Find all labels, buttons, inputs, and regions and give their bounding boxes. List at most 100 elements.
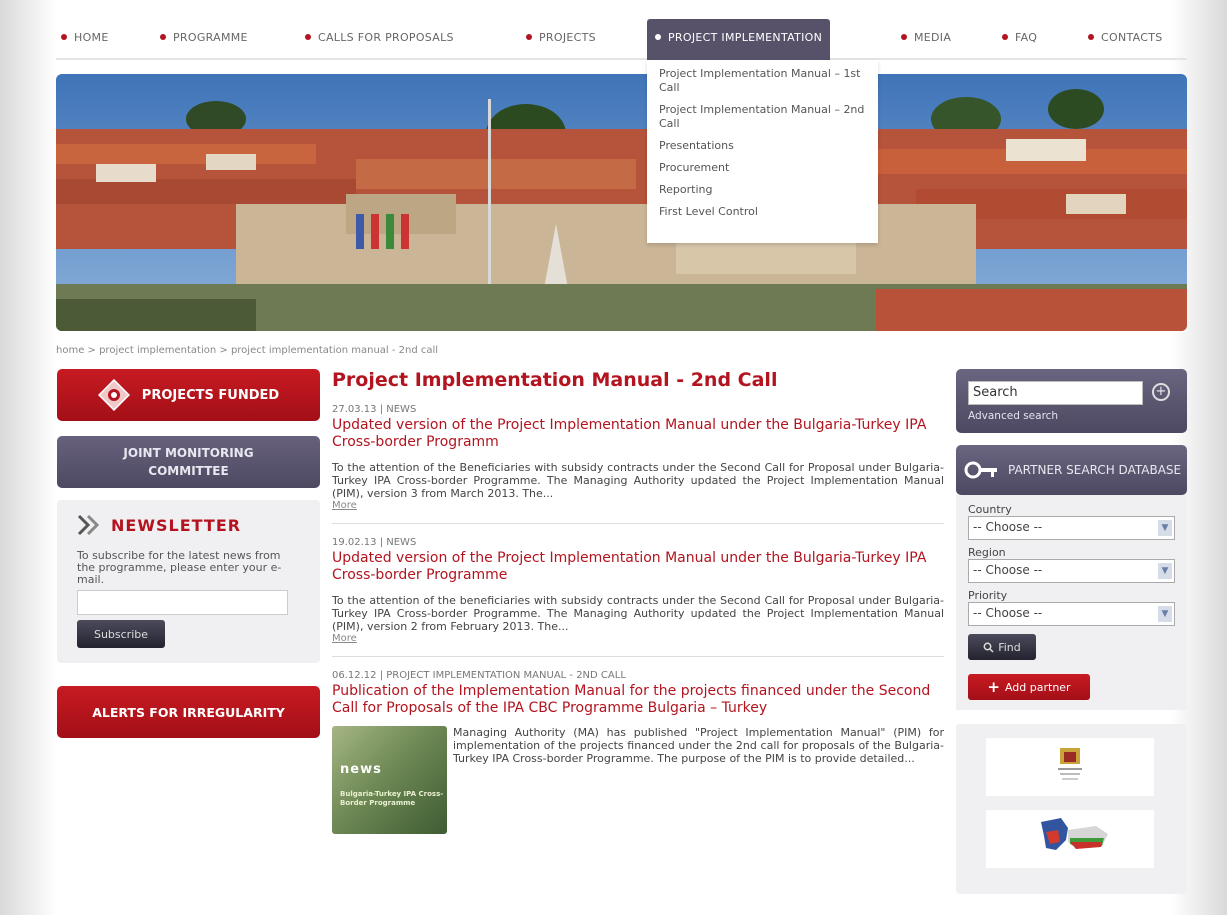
nav-item-faq[interactable]: FAQ bbox=[1002, 31, 1037, 44]
region-select[interactable]: -- Choose -- ▼ bbox=[968, 559, 1175, 583]
nav-label: HOME bbox=[74, 31, 109, 44]
bullet-icon bbox=[305, 34, 311, 40]
bullet-icon bbox=[526, 34, 532, 40]
dropdown-item-first-level-control[interactable]: First Level Control bbox=[659, 205, 866, 219]
nav-label: PROJECTS bbox=[539, 31, 596, 44]
bullet-icon bbox=[61, 34, 67, 40]
top-nav: HOME PROGRAMME CALLS FOR PROPOSALS PROJE… bbox=[56, 19, 1187, 60]
joint-monitoring-label: JOINT MONITORING COMMITTEE bbox=[123, 446, 254, 478]
country-select-value: -- Choose -- bbox=[973, 520, 1043, 534]
priority-select[interactable]: -- Choose -- ▼ bbox=[968, 602, 1175, 626]
nav-item-calls[interactable]: CALLS FOR PROPOSALS bbox=[305, 31, 454, 44]
nav-label: PROJECT IMPLEMENTATION bbox=[668, 31, 823, 44]
header-banner-image bbox=[56, 74, 1187, 331]
bullet-icon bbox=[1088, 34, 1094, 40]
newsletter-title: NEWSLETTER bbox=[111, 515, 242, 535]
search-submit-icon[interactable]: + bbox=[1152, 383, 1170, 401]
partner-search-title: PARTNER SEARCH DATABASE bbox=[1008, 462, 1182, 477]
projects-funded-button[interactable]: PROJECTS FUNDED bbox=[57, 369, 320, 421]
region-label: Region bbox=[968, 546, 1006, 559]
newsletter-box: NEWSLETTER To subscribe for the latest n… bbox=[57, 500, 320, 663]
dropdown-item-procurement[interactable]: Procurement bbox=[659, 161, 866, 175]
main-content: Project Implementation Manual - 2nd Call… bbox=[332, 369, 944, 836]
bulgaria-turkey-map-logo[interactable] bbox=[986, 810, 1154, 868]
news-article: 27.03.13 | NEWS Updated version of the P… bbox=[332, 404, 944, 511]
nav-label: MEDIA bbox=[914, 31, 952, 44]
bullet-icon bbox=[901, 34, 907, 40]
newsletter-heading: NEWSLETTER bbox=[77, 514, 300, 536]
dropdown-item-pim-2nd-call[interactable]: Project Implementation Manual – 2nd Call bbox=[659, 103, 866, 131]
article-title-link[interactable]: Publication of the Implementation Manual… bbox=[332, 683, 944, 717]
partner-search-form: Country -- Choose -- ▼ Region -- Choose … bbox=[956, 495, 1187, 710]
newsletter-description: To subscribe for the latest news from th… bbox=[77, 549, 282, 586]
projects-funded-label: PROJECTS FUNDED bbox=[141, 387, 280, 403]
more-link[interactable]: More bbox=[332, 500, 944, 511]
projects-funded-icon bbox=[97, 379, 130, 411]
article-body: news Bulgaria-Turkey IPA Cross-Border Pr… bbox=[332, 726, 944, 836]
partner-search-header: PARTNER SEARCH DATABASE bbox=[956, 445, 1187, 495]
dropdown-item-reporting[interactable]: Reporting bbox=[659, 183, 866, 197]
banner-town-illustration bbox=[56, 74, 1187, 331]
page: HOME PROGRAMME CALLS FOR PROPOSALS PROJE… bbox=[56, 0, 1187, 915]
search-panel: Search + Advanced search bbox=[956, 369, 1187, 433]
alerts-for-irregularity-button[interactable]: ALERTS FOR IRREGULARITY bbox=[57, 686, 320, 738]
region-select-value: -- Choose -- bbox=[973, 563, 1043, 577]
search-input[interactable]: Search bbox=[968, 381, 1143, 405]
bullet-icon bbox=[655, 34, 661, 40]
advanced-search-link[interactable]: Advanced search bbox=[968, 410, 1175, 422]
article-title-link[interactable]: Updated version of the Project Implement… bbox=[332, 550, 944, 584]
news-thumbnail-caption: Bulgaria-Turkey IPA Cross-Border Program… bbox=[340, 790, 444, 807]
newsletter-email-input[interactable] bbox=[77, 590, 288, 615]
news-thumbnail-word: news bbox=[340, 762, 382, 777]
nav-item-project-implementation[interactable]: PROJECT IMPLEMENTATION bbox=[647, 19, 831, 60]
add-partner-button[interactable]: + Add partner bbox=[968, 674, 1090, 700]
article-title-link[interactable]: Updated version of the Project Implement… bbox=[332, 417, 944, 451]
key-icon bbox=[964, 461, 997, 479]
article-excerpt: To the attention of the beneficiaries wi… bbox=[332, 594, 944, 633]
bullet-icon bbox=[160, 34, 166, 40]
breadcrumb: home > project implementation > project … bbox=[56, 345, 439, 356]
article-meta: 06.12.12 | PROJECT IMPLEMENTATION MANUAL… bbox=[332, 670, 626, 681]
plus-icon: + bbox=[987, 678, 1000, 696]
divider bbox=[332, 656, 944, 657]
dropdown-item-pim-1st-call[interactable]: Project Implementation Manual – 1st Call bbox=[659, 67, 866, 95]
double-chevron-icon bbox=[77, 514, 100, 536]
news-article: 06.12.12 | PROJECT IMPLEMENTATION MANUAL… bbox=[332, 670, 944, 836]
news-article: 19.02.13 | NEWS Updated version of the P… bbox=[332, 537, 944, 644]
more-link[interactable]: More bbox=[332, 633, 944, 644]
find-label: Find bbox=[998, 640, 1021, 654]
left-sidebar: PROJECTS FUNDED JOINT MONITORING COMMITT… bbox=[57, 369, 320, 738]
alerts-label: ALERTS FOR IRREGULARITY bbox=[92, 704, 285, 720]
page-title: Project Implementation Manual - 2nd Call bbox=[332, 369, 778, 391]
bulgaria-coat-of-arms-logo[interactable] bbox=[986, 738, 1154, 796]
coat-of-arms-icon bbox=[1058, 748, 1082, 780]
search-icon bbox=[983, 642, 994, 653]
right-sidebar: Search + Advanced search PARTNER SEARCH … bbox=[956, 369, 1187, 894]
chevron-down-icon: ▼ bbox=[1158, 520, 1172, 536]
chevron-down-icon: ▼ bbox=[1158, 563, 1172, 579]
nav-label: FAQ bbox=[1015, 31, 1038, 44]
nav-label: PROGRAMME bbox=[173, 31, 248, 44]
nav-item-home[interactable]: HOME bbox=[61, 31, 109, 44]
add-partner-label: Add partner bbox=[1004, 680, 1071, 694]
article-meta: 27.03.13 | NEWS bbox=[332, 404, 417, 415]
nav-item-contacts[interactable]: CONTACTS bbox=[1088, 31, 1163, 44]
priority-label: Priority bbox=[968, 589, 1008, 602]
nav-dropdown-menu: Project Implementation Manual – 1st Call… bbox=[647, 60, 878, 243]
news-thumbnail-image[interactable]: news Bulgaria-Turkey IPA Cross-Border Pr… bbox=[332, 726, 447, 834]
dropdown-item-presentations[interactable]: Presentations bbox=[659, 139, 866, 153]
nav-item-projects[interactable]: PROJECTS bbox=[526, 31, 596, 44]
nav-item-programme[interactable]: PROGRAMME bbox=[160, 31, 248, 44]
nav-label: CONTACTS bbox=[1101, 31, 1163, 44]
partner-logos-panel bbox=[956, 724, 1187, 894]
joint-monitoring-committee-button[interactable]: JOINT MONITORING COMMITTEE bbox=[57, 436, 320, 488]
country-label: Country bbox=[968, 503, 1012, 516]
divider bbox=[332, 523, 944, 524]
map-icon bbox=[1041, 818, 1108, 850]
country-select[interactable]: -- Choose -- ▼ bbox=[968, 516, 1175, 540]
find-button[interactable]: Find bbox=[968, 634, 1036, 660]
subscribe-button[interactable]: Subscribe bbox=[77, 620, 165, 648]
article-excerpt: To the attention of the Beneficiaries wi… bbox=[332, 461, 944, 500]
chevron-down-icon: ▼ bbox=[1158, 606, 1172, 622]
nav-item-media[interactable]: MEDIA bbox=[901, 31, 951, 44]
